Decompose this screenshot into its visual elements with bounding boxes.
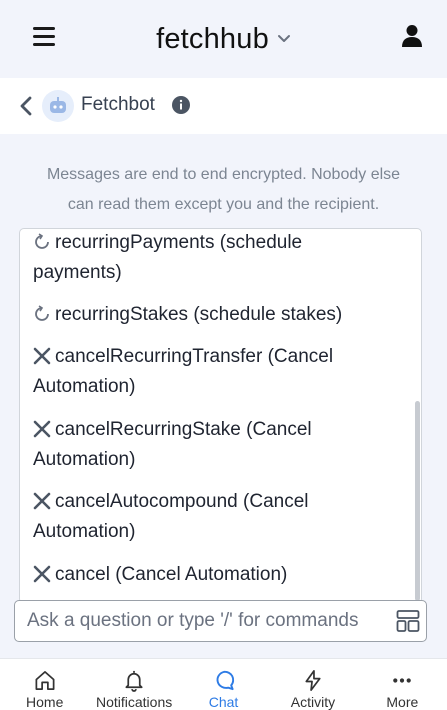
bot-name: Fetchbot xyxy=(81,94,155,115)
scrollbar-thumb[interactable] xyxy=(415,401,420,601)
command-suggestions[interactable]: recurringPayments (schedule payments) re… xyxy=(19,228,422,604)
command-cancel[interactable]: cancel (Cancel Automation) xyxy=(33,560,403,590)
command-label: cancelAutocompound (Cancel xyxy=(55,491,309,512)
robot-icon xyxy=(50,97,66,113)
command-cancel-recurring-transfer[interactable]: cancelRecurringTransfer (Cancel Automati… xyxy=(33,342,403,402)
back-arrow-icon[interactable] xyxy=(18,95,34,117)
nav-chat[interactable]: Chat xyxy=(179,659,268,710)
chevron-down-icon xyxy=(277,35,290,42)
command-cancel-recurring-stake[interactable]: cancelRecurringStake (Cancel Automation) xyxy=(33,415,403,475)
nav-label: Home xyxy=(26,694,64,710)
command-label: recurringPayments (schedule xyxy=(55,232,303,253)
encryption-notice: Messages are end to end encrypted. Nobod… xyxy=(0,160,447,220)
chat-header: Fetchbot xyxy=(0,78,447,134)
nav-notifications[interactable]: Notifications xyxy=(89,659,178,710)
command-recurring-stakes[interactable]: recurringStakes (schedule stakes) xyxy=(33,300,403,330)
close-icon xyxy=(33,420,51,438)
user-icon[interactable] xyxy=(401,24,423,48)
command-label-cont: Automation) xyxy=(33,521,136,542)
nav-activity[interactable]: Activity xyxy=(268,659,357,710)
command-label-cont: payments) xyxy=(33,262,122,283)
nav-more[interactable]: More xyxy=(358,659,447,710)
command-label-cont: Automation) xyxy=(33,376,136,397)
encryption-line-1: Messages are end to end encrypted. Nobod… xyxy=(46,166,401,183)
nav-label: Notifications xyxy=(95,694,173,710)
close-icon xyxy=(33,347,51,365)
info-icon[interactable] xyxy=(172,96,190,114)
command-label: cancelRecurringTransfer (Cancel xyxy=(55,346,334,367)
nav-label: Chat xyxy=(208,694,239,710)
chat-icon xyxy=(216,670,234,691)
bell-icon xyxy=(125,670,143,692)
home-icon xyxy=(35,671,55,690)
menu-icon[interactable] xyxy=(33,27,55,47)
refresh-icon xyxy=(35,233,49,249)
encryption-line-2: can read them except you and the recipie… xyxy=(67,196,380,213)
bot-avatar xyxy=(42,90,74,122)
scrollbar[interactable] xyxy=(413,229,421,603)
lightning-icon xyxy=(305,670,321,691)
message-input[interactable] xyxy=(27,607,387,635)
bottom-nav: Home Notifications Chat Activity More xyxy=(0,658,447,710)
message-input-container xyxy=(14,600,427,642)
refresh-icon xyxy=(35,305,49,321)
template-icon[interactable] xyxy=(396,609,420,633)
nav-label: More xyxy=(386,694,419,710)
command-label-cont: Automation) xyxy=(33,449,136,470)
brand-name: fetchhub xyxy=(156,22,269,55)
top-bar: fetchhub xyxy=(0,0,447,78)
brand-switcher[interactable]: fetchhub xyxy=(156,23,291,56)
close-icon xyxy=(33,565,51,583)
more-icon xyxy=(393,678,412,683)
command-cancel-autocompound[interactable]: cancelAutocompound (Cancel Automation) xyxy=(33,487,403,547)
command-label: cancel (Cancel Automation) xyxy=(55,564,288,585)
nav-label: Activity xyxy=(290,694,336,710)
command-label: cancelRecurringStake (Cancel xyxy=(55,419,312,440)
nav-home[interactable]: Home xyxy=(0,659,89,710)
command-label: recurringStakes (schedule stakes) xyxy=(55,304,343,325)
close-icon xyxy=(33,492,51,510)
command-recurring-payments[interactable]: recurringPayments (schedule payments) xyxy=(33,229,403,288)
